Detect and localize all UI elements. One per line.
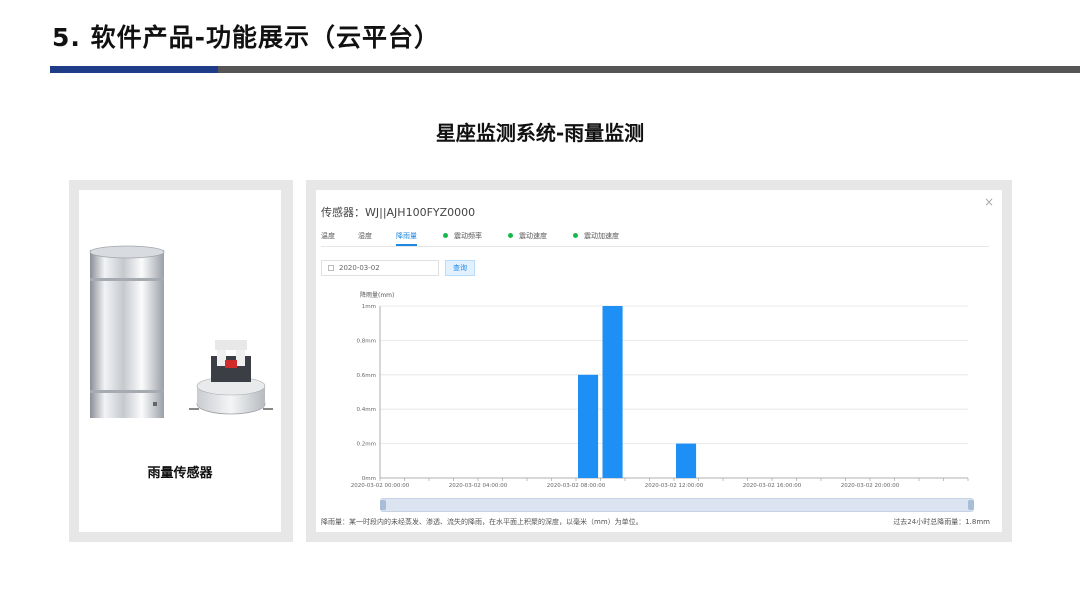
y-tick-label: 1mm (362, 304, 376, 310)
date-value: 2020-03-02 (339, 264, 380, 272)
calendar-icon (328, 265, 334, 271)
rainfall-dialog: 传感器：WJ||AJH100FYZ0000 × 温度 湿度 降雨量 震动频率 震… (316, 190, 1002, 532)
slider-right-handle[interactable] (968, 500, 974, 510)
tab-humidity[interactable]: 湿度 (358, 230, 372, 246)
sensor-photo-card: 雨量传感器 (79, 190, 281, 532)
slide-title: 5. 软件产品-功能展示（云平台） (52, 23, 440, 52)
y-axis-label: 降雨量(mm) (360, 291, 394, 299)
rain-gauge-image (89, 245, 273, 418)
time-range-slider[interactable] (380, 498, 974, 512)
query-button[interactable]: 查询 (445, 260, 475, 276)
close-icon[interactable]: × (984, 195, 994, 209)
y-tick-label: 0.4mm (357, 407, 376, 413)
rainfall-definition: 降雨量：某一时段内的未经蒸发、渗透、流失的降雨，在水平面上积聚的深度，以毫米（m… (321, 518, 643, 526)
x-tick-label: 2020-03-02 04:00:00 (449, 483, 508, 489)
title-rule (218, 66, 1080, 73)
rainfall-bar (676, 443, 697, 478)
x-tick-label: 2020-03-02 20:00:00 (841, 483, 900, 489)
sensor-caption: 雨量传感器 (147, 466, 213, 481)
rainfall-chart: 降雨量(mm) 0mm 0.2mm 0.4mm 0.6mm 0.8mm 1mm 2020-03… (316, 285, 1002, 490)
rainfall-chart-svg: 降雨量(mm) 0mm 0.2mm 0.4mm 0.6mm 0.8mm 1mm 2020-03… (351, 291, 969, 489)
sensor-photo-panel: 雨量传感器 (69, 180, 293, 542)
x-tick-label: 2020-03-02 00:00:00 (351, 483, 410, 489)
metric-tabs: 温度 湿度 降雨量 震动频率 震动速度 震动加速度 (321, 230, 989, 247)
y-tick-label: 0.2mm (357, 442, 376, 448)
rainfall-total: 过去24小时总降雨量：1.8mm (893, 518, 990, 526)
app-screenshot-panel: 传感器：WJ||AJH100FYZ0000 × 温度 湿度 降雨量 震动频率 震… (306, 180, 1012, 542)
rainfall-bar (578, 374, 599, 478)
tab-vibration-speed[interactable]: 震动速度 (508, 230, 547, 246)
status-dot-icon (508, 233, 513, 238)
slide-subtitle: 星座监测系统-雨量监测 (435, 121, 645, 145)
status-dot-icon (573, 233, 578, 238)
x-tick-label: 2020-03-02 12:00:00 (645, 483, 704, 489)
y-tick-label: 0mm (362, 476, 376, 482)
x-tick-label: 2020-03-02 16:00:00 (743, 483, 802, 489)
tab-temperature[interactable]: 温度 (321, 230, 335, 246)
y-tick-label: 0.6mm (357, 373, 376, 379)
tab-vibration-acceleration[interactable]: 震动加速度 (573, 230, 619, 246)
y-tick-label: 0.8mm (357, 338, 376, 344)
date-picker[interactable]: 2020-03-02 (321, 260, 439, 276)
x-tick-label: 2020-03-02 08:00:00 (547, 483, 606, 489)
sensor-title: 传感器：WJ||AJH100FYZ0000 (321, 206, 476, 219)
title-rule-accent (50, 66, 218, 73)
slider-left-handle[interactable] (380, 500, 386, 510)
tab-vibration-frequency[interactable]: 震动频率 (443, 230, 482, 246)
tab-rainfall[interactable]: 降雨量 (396, 230, 417, 246)
rainfall-bar (602, 306, 623, 478)
status-dot-icon (443, 233, 448, 238)
